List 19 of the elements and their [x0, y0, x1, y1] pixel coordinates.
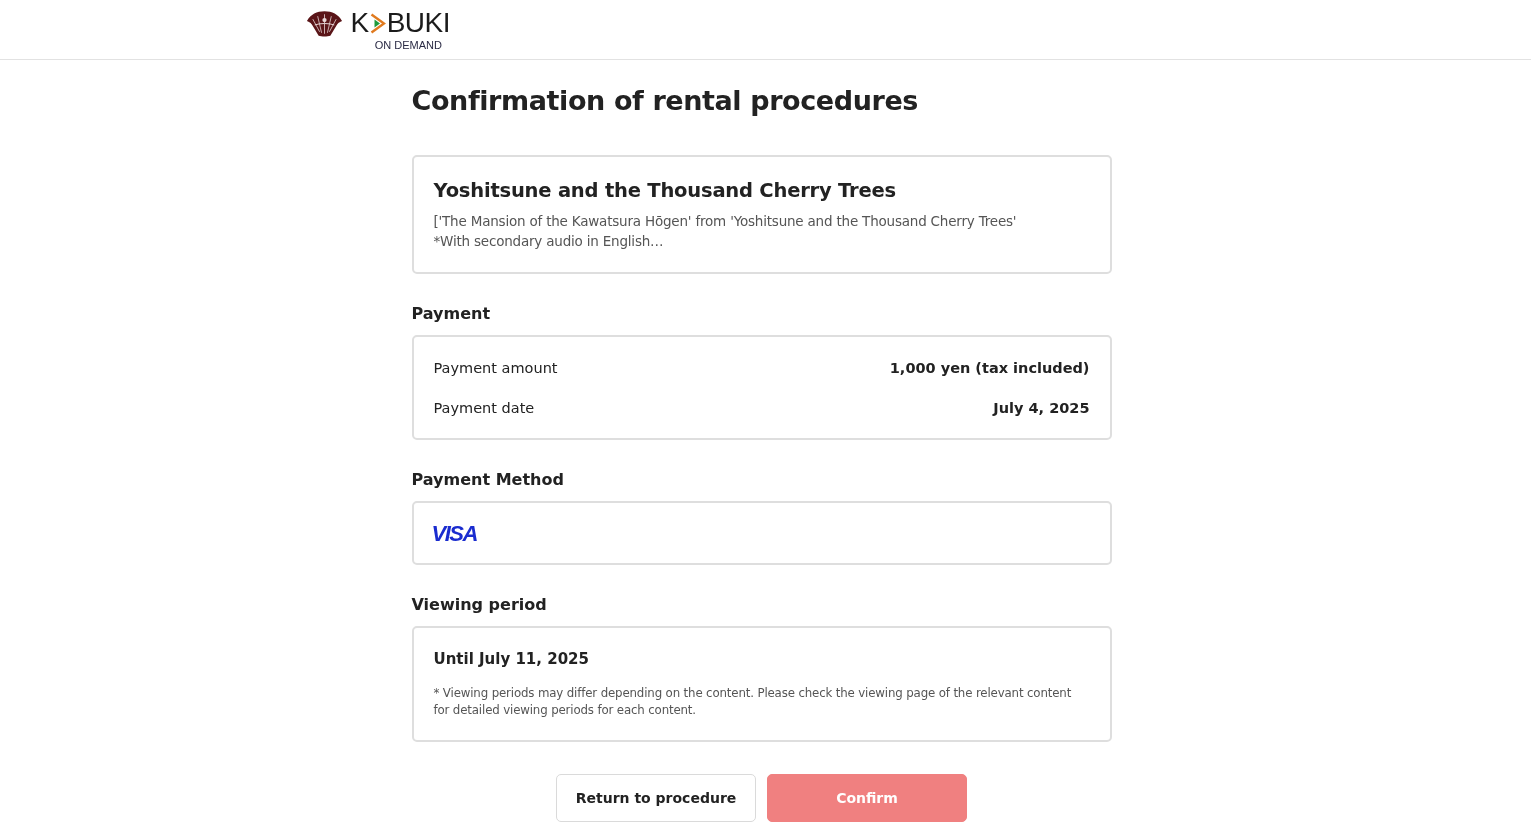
program-title: Yoshitsune and the Thousand Cherry Trees [433, 178, 897, 204]
play-chevron-icon [369, 12, 386, 34]
section-heading: Viewing period [411, 594, 548, 616]
viewing-until-date: Until July 11, 2025 [433, 649, 590, 670]
logo-tagline: ON DEMAND [374, 39, 442, 51]
logo-text: K [350, 8, 369, 38]
logo-text: BUKI [386, 8, 451, 38]
payment-label: Payment date [433, 399, 535, 418]
payment-label: Payment amount [433, 359, 558, 378]
card-brand-logo: VISA [431, 521, 477, 546]
return-button[interactable]: Return to procedure [556, 774, 756, 822]
section-heading: Payment [411, 303, 492, 325]
program-description: ['The Mansion of the Kawatsura Hōgen' from 'Yoshitsune and the Thousand Cherry Trees' *With secondary audio in English… [433, 212, 1018, 251]
payment-value: July 4, 2025 [993, 399, 1090, 418]
viewing-period-note: * Viewing periods may differ depending on the content. Please check the viewing page of the relevant content for detailed viewing periods for each content. [433, 685, 1073, 719]
payment-value: 1,000 yen (tax included) [889, 359, 1090, 378]
page-title: Confirmation of rental procedures [411, 84, 919, 118]
fan-emblem-icon [304, 10, 344, 38]
section-heading: Payment Method [411, 469, 565, 491]
